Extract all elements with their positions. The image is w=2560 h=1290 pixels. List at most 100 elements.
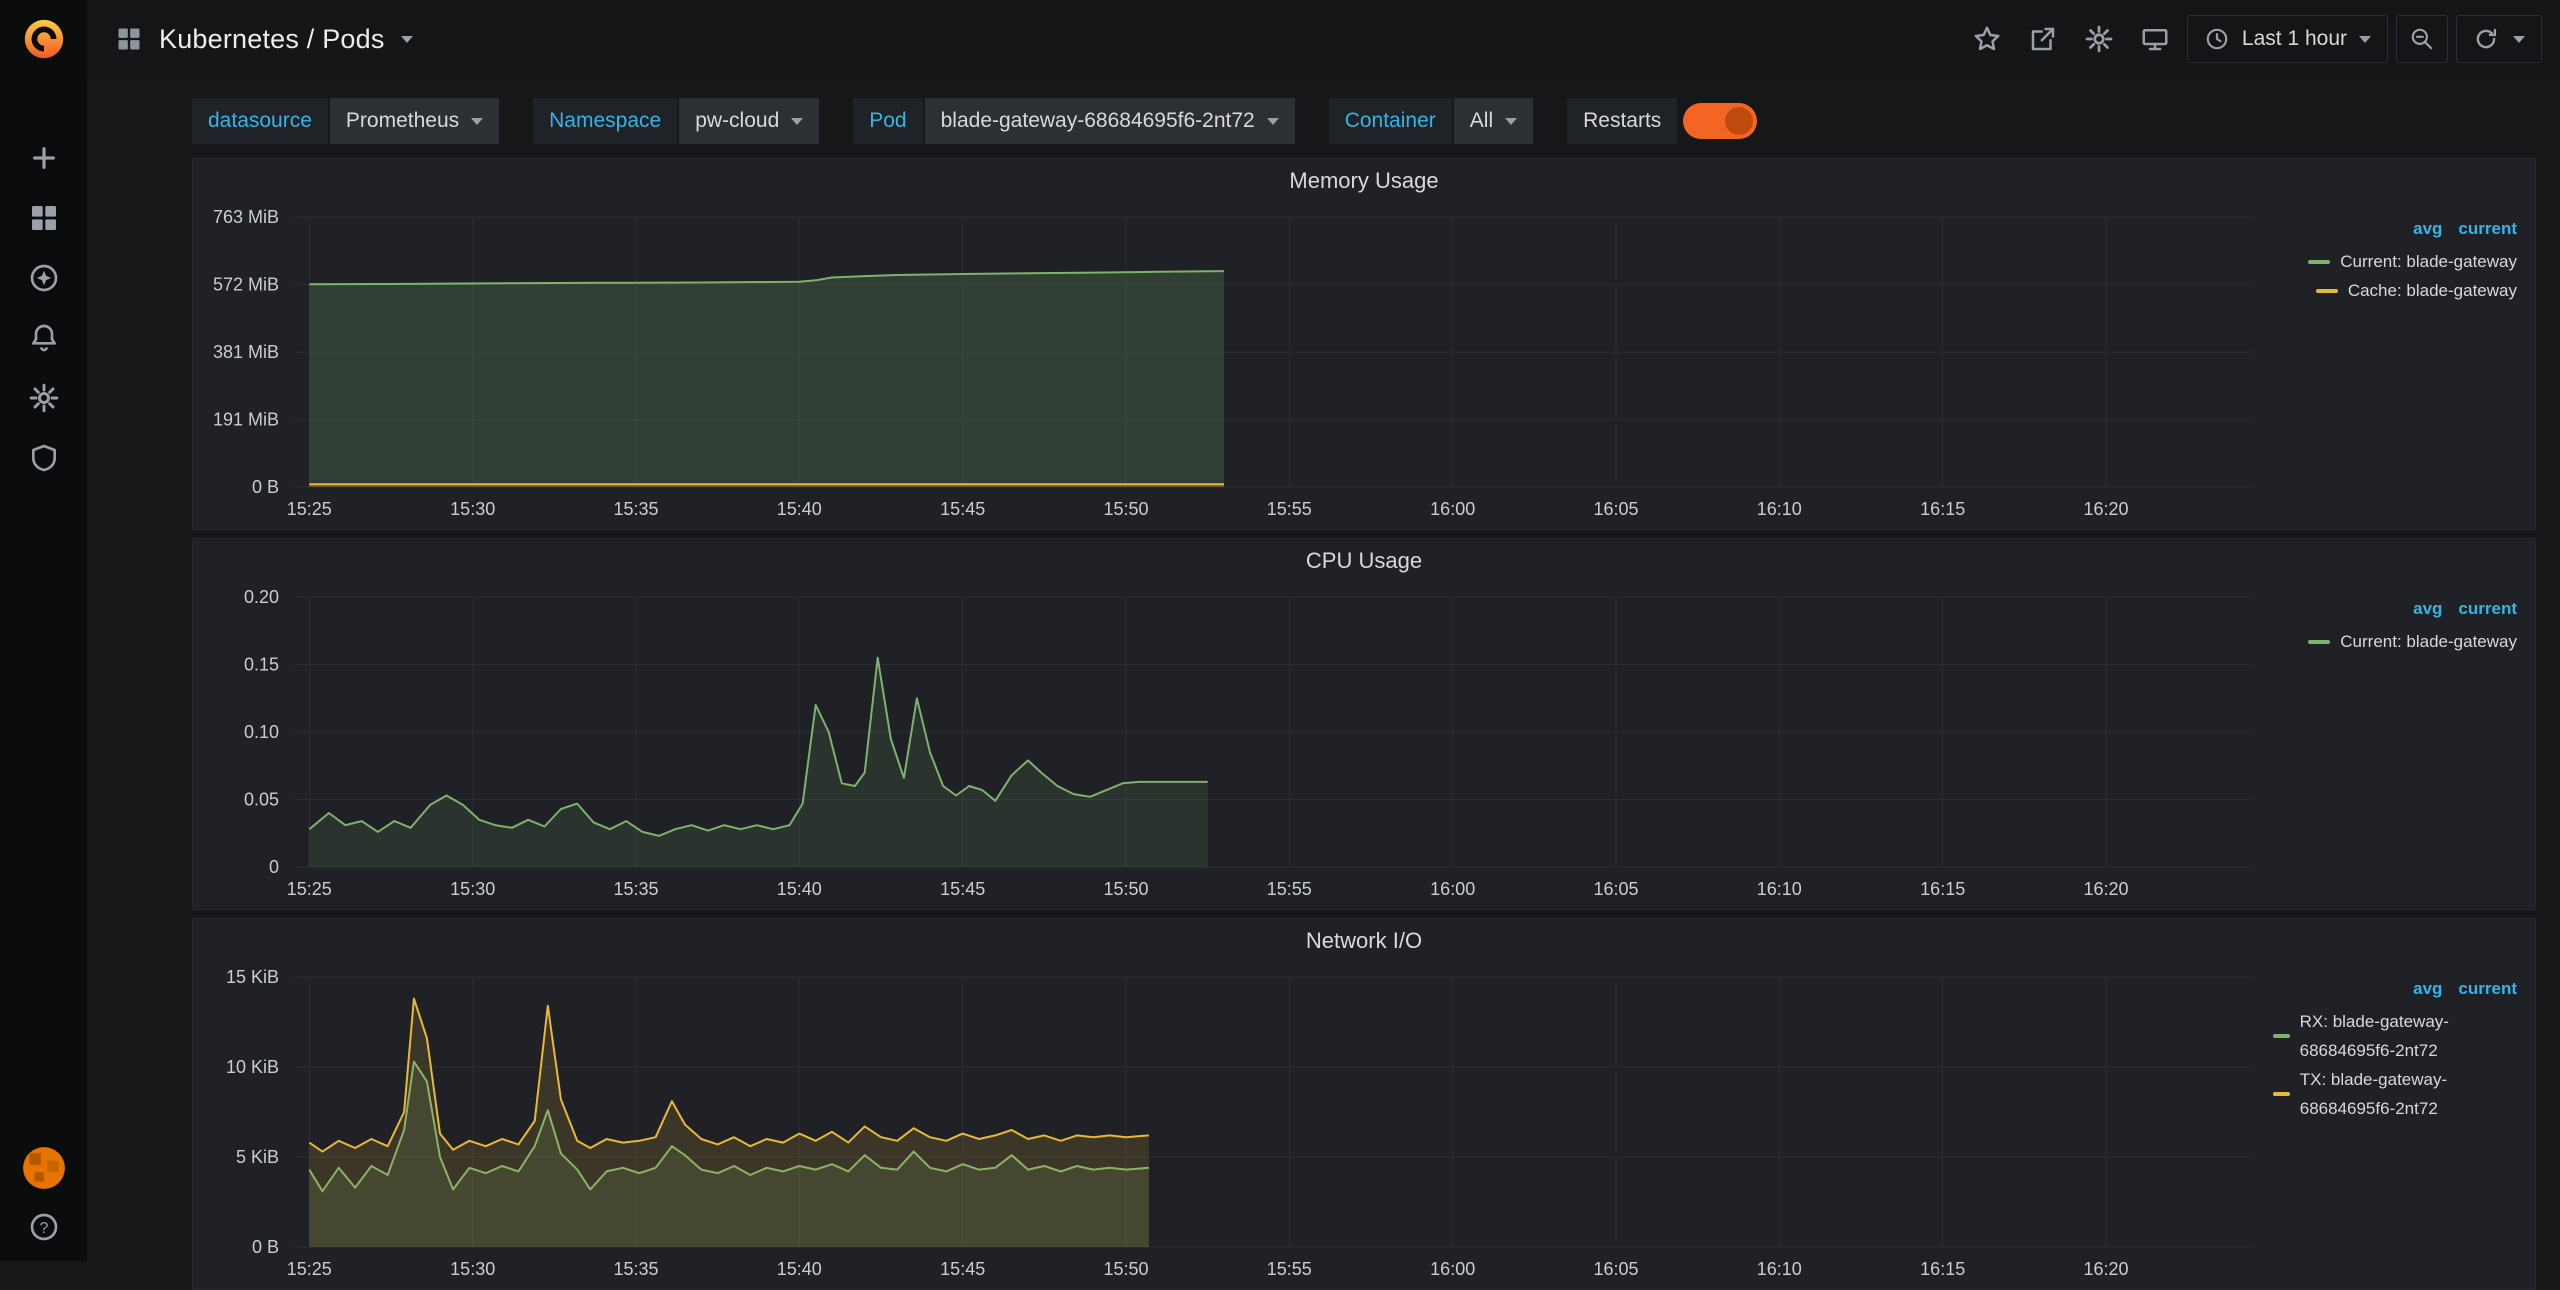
x-axis-label: 16:15 — [1920, 879, 1965, 899]
server-admin-shield-icon[interactable] — [26, 440, 62, 476]
variable-restarts: Restarts — [1567, 98, 1757, 144]
x-axis-label: 15:50 — [1103, 879, 1148, 899]
legend-sort-current[interactable]: current — [2458, 599, 2517, 619]
x-axis-label: 16:10 — [1757, 499, 1802, 519]
title-caret-icon — [401, 36, 413, 43]
x-axis-label: 15:25 — [287, 499, 332, 519]
variable-datasource-current: Prometheus — [346, 109, 459, 133]
refresh-interval-caret-icon — [2513, 36, 2525, 43]
network-io-chart[interactable]: 15:2515:3015:3515:4015:4515:5015:5516:00… — [203, 963, 2273, 1281]
series-name: Current: blade-gateway — [2340, 627, 2517, 656]
network-legend: avg current RX: blade-gateway-68684695f6-2… — [2273, 963, 2525, 1281]
x-axis-label: 15:55 — [1267, 879, 1312, 899]
y-axis-label: 5 KiB — [236, 1147, 279, 1167]
configuration-gear-icon[interactable] — [26, 380, 62, 416]
y-axis-label: 763 MiB — [213, 207, 279, 227]
zoom-out-icon — [2409, 26, 2435, 52]
x-axis-label: 16:00 — [1430, 499, 1475, 519]
legend-item[interactable]: Cache: blade-gateway — [2316, 276, 2517, 305]
dashboards-icon[interactable] — [26, 200, 62, 236]
y-axis-label: 0 — [269, 857, 279, 877]
x-axis-label: 16:20 — [2083, 1259, 2128, 1279]
legend-item[interactable]: RX: blade-gateway-68684695f6-2nt72 — [2273, 1007, 2517, 1065]
explore-compass-icon[interactable] — [26, 260, 62, 296]
variable-pod-value[interactable]: blade-gateway-68684695f6-2nt72 — [925, 98, 1295, 144]
y-axis-label: 0.10 — [244, 722, 279, 742]
y-axis-label: 0.20 — [244, 587, 279, 607]
x-axis-label: 15:35 — [613, 499, 658, 519]
dropdown-caret-icon — [471, 118, 483, 125]
x-axis-label: 15:40 — [777, 879, 822, 899]
panel-title-network[interactable]: Network I/O — [193, 919, 2535, 963]
time-range-caret-icon — [2359, 36, 2371, 43]
grafana-logo[interactable] — [0, 0, 87, 78]
series-name: RX: blade-gateway-68684695f6-2nt72 — [2300, 1007, 2517, 1065]
panel-network-io: Network I/O 15:2515:3015:3515:4015:4515:… — [192, 918, 2536, 1290]
dashboard-title-button[interactable]: Kubernetes / Pods — [115, 24, 413, 55]
series-color-icon — [2308, 640, 2330, 644]
y-axis-label: 10 KiB — [226, 1057, 279, 1077]
x-axis-label: 15:25 — [287, 879, 332, 899]
variable-pod: Pod blade-gateway-68684695f6-2nt72 — [853, 98, 1294, 144]
variable-container-current: All — [1470, 109, 1493, 133]
legend-sort-current[interactable]: current — [2458, 219, 2517, 239]
x-axis-label: 15:45 — [940, 1259, 985, 1279]
panel-title-cpu[interactable]: CPU Usage — [193, 539, 2535, 583]
restarts-toggle[interactable] — [1683, 103, 1757, 139]
user-avatar[interactable] — [23, 1147, 65, 1189]
legend-item[interactable]: TX: blade-gateway-68684695f6-2nt72 — [2273, 1065, 2517, 1123]
alerting-bell-icon[interactable] — [26, 320, 62, 356]
series-name: Current: blade-gateway — [2340, 247, 2517, 276]
time-range-label: Last 1 hour — [2242, 27, 2347, 51]
create-plus-icon[interactable] — [26, 140, 62, 176]
help-icon[interactable]: ? — [26, 1209, 62, 1245]
legend-sort-avg[interactable]: avg — [2413, 979, 2442, 999]
dashboard-variables-row: datasource Prometheus Namespace pw-cloud… — [87, 78, 2560, 158]
x-axis-label: 16:10 — [1757, 1259, 1802, 1279]
variable-namespace-value[interactable]: pw-cloud — [679, 98, 819, 144]
series-area — [309, 999, 1149, 1247]
legend-sort-current[interactable]: current — [2458, 979, 2517, 999]
x-axis-label: 16:00 — [1430, 879, 1475, 899]
panel-title-memory[interactable]: Memory Usage — [193, 159, 2535, 203]
refresh-button-group[interactable] — [2456, 15, 2542, 63]
legend-header: avg current — [2413, 979, 2517, 999]
time-range-picker[interactable]: Last 1 hour — [2187, 15, 2388, 63]
series-color-icon — [2273, 1092, 2290, 1096]
dropdown-caret-icon — [1505, 118, 1517, 125]
variable-container-value[interactable]: All — [1454, 98, 1533, 144]
top-navbar: Kubernetes / Pods Last 1 hour — [87, 0, 2560, 78]
zoom-out-button[interactable] — [2396, 15, 2448, 63]
x-axis-label: 15:50 — [1103, 499, 1148, 519]
x-axis-label: 16:15 — [1920, 499, 1965, 519]
refresh-icon — [2473, 26, 2499, 52]
dropdown-caret-icon — [791, 118, 803, 125]
memory-usage-chart[interactable]: 15:2515:3015:3515:4015:4515:5015:5516:00… — [203, 203, 2273, 521]
cpu-legend: avg current Current: blade-gateway — [2273, 583, 2525, 901]
y-axis-label: 0.15 — [244, 655, 279, 675]
cycle-view-monitor-icon[interactable] — [2131, 15, 2179, 63]
share-dashboard-button[interactable] — [2019, 15, 2067, 63]
legend-sort-avg[interactable]: avg — [2413, 599, 2442, 619]
x-axis-label: 15:55 — [1267, 499, 1312, 519]
y-axis-label: 572 MiB — [213, 275, 279, 295]
x-axis-label: 16:10 — [1757, 879, 1802, 899]
variable-namespace-current: pw-cloud — [695, 109, 779, 133]
variable-restarts-label: Restarts — [1567, 98, 1677, 144]
x-axis-label: 15:50 — [1103, 1259, 1148, 1279]
star-dashboard-button[interactable] — [1963, 15, 2011, 63]
series-name: TX: blade-gateway-68684695f6-2nt72 — [2300, 1065, 2517, 1123]
dashboard-settings-gear-icon[interactable] — [2075, 15, 2123, 63]
x-axis-label: 15:30 — [450, 1259, 495, 1279]
series-name: Cache: blade-gateway — [2348, 276, 2517, 305]
cpu-usage-chart[interactable]: 15:2515:3015:3515:4015:4515:5015:5516:00… — [203, 583, 2273, 901]
x-axis-label: 16:05 — [1593, 1259, 1638, 1279]
y-axis-label: 0 B — [252, 1237, 279, 1257]
x-axis-label: 16:05 — [1593, 879, 1638, 899]
variable-datasource-value[interactable]: Prometheus — [330, 98, 499, 144]
dropdown-caret-icon — [1267, 118, 1279, 125]
legend-item[interactable]: Current: blade-gateway — [2308, 627, 2517, 656]
y-axis-label: 15 KiB — [226, 967, 279, 987]
legend-item[interactable]: Current: blade-gateway — [2308, 247, 2517, 276]
legend-sort-avg[interactable]: avg — [2413, 219, 2442, 239]
